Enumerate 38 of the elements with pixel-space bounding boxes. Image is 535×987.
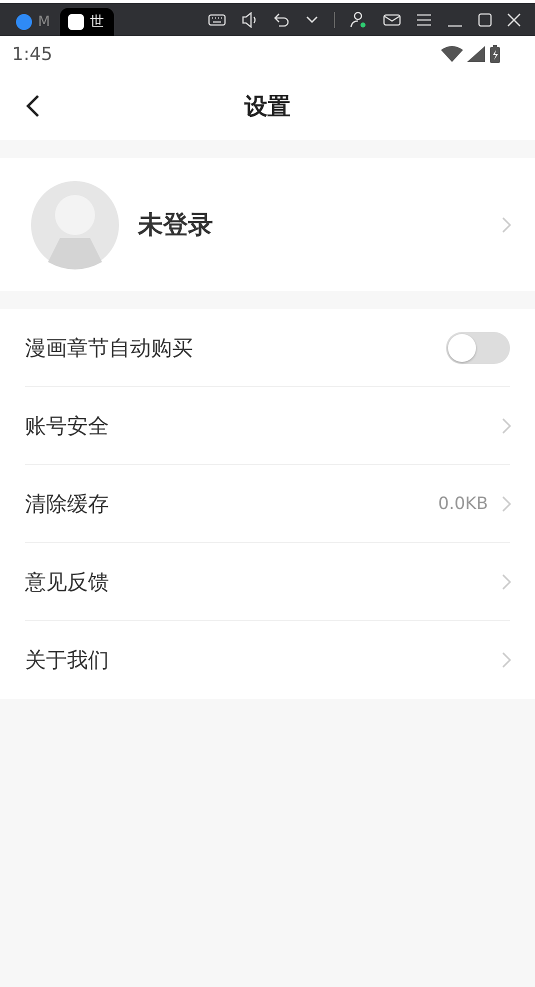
settings-row[interactable]: 意见反馈 [25, 543, 510, 621]
close-icon[interactable] [507, 12, 521, 26]
keyboard-icon[interactable] [208, 14, 226, 26]
settings-row[interactable]: 漫画章节自动购买 [25, 309, 510, 387]
app-icon [68, 14, 84, 30]
toggle-switch[interactable] [446, 332, 510, 364]
back-icon[interactable] [26, 94, 40, 118]
status-time: 1:45 [12, 44, 52, 64]
signal-icon [467, 46, 485, 62]
settings-row[interactable]: 清除缓存 0.0KB [25, 465, 510, 543]
window-tab[interactable]: 世 [60, 8, 114, 36]
avatar-icon [30, 180, 120, 270]
row-label: 意见反馈 [25, 568, 110, 596]
battery-icon [489, 45, 501, 63]
chevron-right-icon [502, 418, 511, 434]
maximize-icon[interactable] [478, 12, 492, 26]
profile-name: 未登录 [138, 209, 214, 241]
profile-card[interactable]: 未登录 [0, 158, 535, 291]
chevron-right-icon [502, 652, 511, 668]
settings-row[interactable]: 关于我们 [25, 621, 510, 699]
page-title: 设置 [244, 92, 290, 122]
menu-icon[interactable] [416, 14, 432, 26]
undo-icon[interactable] [274, 12, 290, 26]
wifi-icon [441, 46, 463, 62]
chevron-down-icon[interactable] [305, 16, 319, 24]
chevron-right-icon [502, 574, 511, 590]
row-label: 关于我们 [25, 647, 110, 674]
chevron-right-icon [502, 216, 511, 232]
settings-row[interactable]: 账号安全 [25, 387, 510, 465]
user-icon[interactable] [350, 10, 368, 28]
row-label: 清除缓存 [25, 490, 110, 518]
row-label: 账号安全 [25, 412, 110, 440]
row-value: 0.0KB [438, 494, 488, 514]
row-label: 漫画章节自动购买 [25, 334, 194, 362]
app-icon [16, 14, 32, 30]
chevron-right-icon [502, 496, 511, 512]
mail-icon[interactable] [383, 14, 401, 26]
window-tab[interactable]: M [8, 8, 60, 36]
